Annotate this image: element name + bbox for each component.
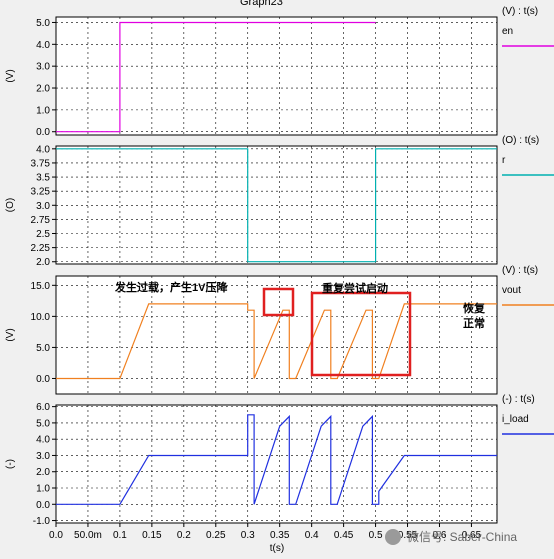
y-tick-label: 5.0 [36, 418, 50, 429]
x-tick-label: 0.25 [206, 530, 226, 541]
y-tick-label: 1.0 [36, 484, 50, 495]
y-tick-label: 5.0 [36, 18, 50, 29]
y-tick-label: 15.0 [31, 281, 51, 292]
x-tick-label: 0.45 [334, 530, 354, 541]
y-tick-label: 3.0 [36, 201, 50, 212]
panel-r: 2.0 2.25 2.5 2.75 3.0 3.25 3.5 3.75 4.0 (O) (O) : … [5, 135, 554, 268]
wechat-icon [385, 529, 401, 545]
y-tick-label: 6.0 [36, 402, 50, 413]
y-tick-label: 4.0 [36, 435, 50, 446]
y-tick-label: 2.0 [36, 257, 50, 268]
y-axis-label: (O) [5, 198, 16, 212]
panel-i_load: -1.0 0.0 1.0 2.0 3.0 4.0 5.0 6.0 (-) (-) : t(s) i_… [5, 394, 554, 527]
y-tick-label: 0.0 [36, 374, 50, 385]
y-tick-label: 5.0 [36, 343, 50, 354]
y-tick-label: -1.0 [33, 516, 51, 527]
axis-header: (V) : t(s) [502, 6, 538, 17]
axis-header: (O) : t(s) [502, 135, 539, 146]
x-axis-label: t(s) [270, 543, 284, 554]
annotation-retry: 重复尝试启动 [322, 281, 388, 295]
y-tick-label: 1.0 [36, 105, 50, 116]
x-tick-label: 0.2 [177, 530, 191, 541]
y-tick-label: 3.75 [31, 158, 51, 169]
y-tick-label: 3.25 [31, 187, 51, 198]
graph-window: Graph23 0.0 1.0 2.0 3.0 4.0 5.0 (V) (V) : t(s) e… [5, 0, 554, 554]
legend-label: en [502, 26, 513, 37]
y-tick-label: 10.0 [31, 312, 51, 323]
axis-header: (V) : t(s) [502, 265, 538, 276]
y-tick-label: 2.25 [31, 243, 51, 254]
y-tick-label: 0.0 [36, 127, 50, 138]
x-tick-label: 0.0 [49, 530, 63, 541]
x-tick-label: 0.15 [142, 530, 162, 541]
y-tick-label: 2.5 [36, 229, 50, 240]
axis-header: (-) : t(s) [502, 394, 535, 405]
x-tick-label: 0.3 [241, 530, 255, 541]
x-tick-label: 0.35 [270, 530, 290, 541]
y-tick-label: 2.0 [36, 84, 50, 95]
y-tick-label: 4.0 [36, 40, 50, 51]
annotation-recover-1: 恢复 [463, 301, 486, 315]
y-axis-label: (-) [5, 459, 16, 469]
y-tick-label: 3.0 [36, 451, 50, 462]
y-axis-label: (V) [5, 69, 16, 82]
window-title: Graph23 [240, 0, 283, 8]
legend-label: vout [502, 285, 521, 296]
x-tick-label: 0.5 [369, 530, 383, 541]
annotation-overload: 发生过载，产生1V压降 [114, 280, 228, 294]
panel-en: 0.0 1.0 2.0 3.0 4.0 5.0 (V) (V) : t(s) en [5, 6, 554, 138]
annotation-recover-2: 正常 [463, 316, 485, 330]
x-tick-label: 50.0m [74, 530, 102, 541]
y-tick-label: 3.5 [36, 173, 50, 184]
legend-label: i_load [502, 414, 529, 425]
x-tick-label: 0.1 [113, 530, 127, 541]
y-tick-label: 2.75 [31, 215, 51, 226]
y-tick-label: 4.0 [36, 144, 50, 155]
plot-area [55, 16, 498, 136]
y-tick-label: 0.0 [36, 500, 50, 511]
x-tick-label: 0.4 [305, 530, 319, 541]
y-tick-label: 2.0 [36, 467, 50, 478]
y-axis-label: (V) [5, 328, 16, 341]
y-tick-label: 3.0 [36, 62, 50, 73]
watermark: 微信号: Saber-China [407, 530, 517, 544]
legend-label: r [502, 155, 506, 166]
